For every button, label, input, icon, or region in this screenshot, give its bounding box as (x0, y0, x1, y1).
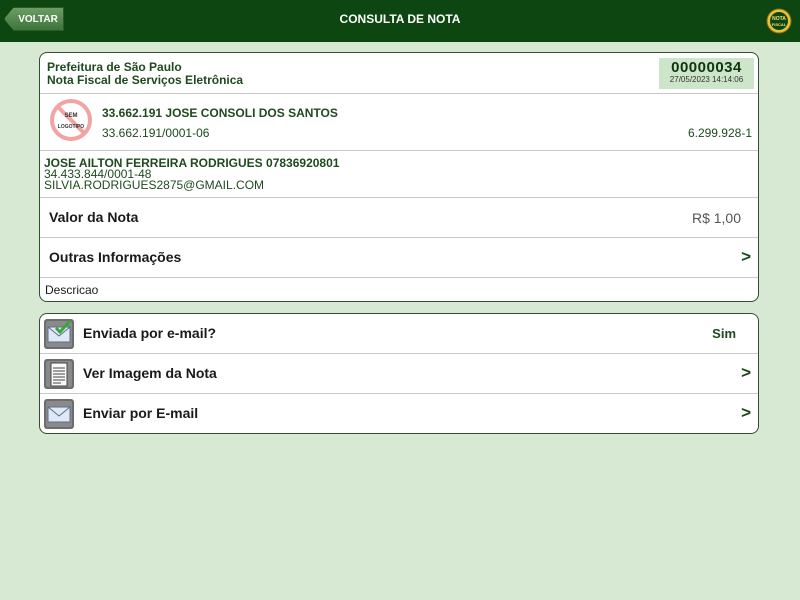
ver-imagem-label: Ver Imagem da Nota (83, 365, 217, 381)
valor-row: Valor da Nota R$ 1,00 (40, 198, 758, 238)
valor-label: Valor da Nota (49, 209, 139, 225)
descricao-text: Descricao (45, 283, 99, 297)
nota-fiscal-paulista-logo-icon: NOTA FISCAL (766, 8, 792, 34)
prestador-cnpj: 33.662.191/0001-06 (102, 126, 210, 140)
nota-number: 00000034 (671, 59, 742, 76)
tomador-email: SILVIA.RODRIGUES2875@GMAIL.COM (44, 178, 265, 192)
svg-text:FISCAL: FISCAL (772, 22, 787, 27)
top-bar: VOLTAR CONSULTA DE NOTA NOTA FISCAL (0, 0, 800, 42)
prestador-row: SEM LOGOTIPO 33.662.191 JOSE CONSOLI DOS… (40, 94, 758, 151)
chevron-right-icon: > (741, 403, 751, 422)
enviar-email-row[interactable]: Enviar por E-mail > (40, 394, 758, 433)
svg-text:LOGOTIPO: LOGOTIPO (58, 124, 85, 130)
prestador-inscricao: 6.299.928-1 (687, 126, 752, 140)
chevron-right-icon: > (741, 363, 751, 382)
actions-panel: Enviada por e-mail? Sim Ver Imagem da No… (39, 313, 759, 434)
svg-text:SEM: SEM (64, 113, 77, 119)
ver-imagem-row[interactable]: Ver Imagem da Nota > (40, 354, 758, 394)
nota-number-box: 00000034 27/05/2023 14:14:06 (659, 58, 754, 89)
nota-header-row: Prefeitura de São Paulo Nota Fiscal de S… (40, 53, 758, 94)
enviada-email-label: Enviada por e-mail? (83, 325, 217, 341)
outras-informacoes-row[interactable]: Outras Informações > (40, 238, 758, 278)
mail-icon (44, 399, 74, 429)
valor-amount: R$ 1,00 (691, 210, 741, 226)
nota-panel: Prefeitura de São Paulo Nota Fiscal de S… (39, 52, 759, 302)
mail-sent-icon (44, 319, 74, 349)
enviar-email-label: Enviar por E-mail (83, 405, 199, 421)
enviada-email-row: Enviada por e-mail? Sim (40, 314, 758, 354)
nota-type: Nota Fiscal de Serviços Eletrônica (47, 73, 244, 87)
chevron-right-icon: > (741, 247, 751, 266)
document-icon (44, 359, 74, 389)
enviada-email-value: Sim (712, 326, 736, 341)
descricao-row: Descricao (40, 278, 758, 301)
tomador-row: JOSE AILTON FERREIRA RODRIGUES 078369208… (40, 151, 758, 198)
prefeitura-name: Prefeitura de São Paulo (47, 60, 182, 74)
prestador-name: 33.662.191 JOSE CONSOLI DOS SANTOS (102, 106, 338, 120)
nota-datetime: 27/05/2023 14:14:06 (669, 75, 744, 84)
no-logo-icon: SEM LOGOTIPO (50, 99, 92, 141)
page-title: CONSULTA DE NOTA (339, 12, 461, 26)
outras-informacoes-label: Outras Informações (49, 249, 182, 265)
